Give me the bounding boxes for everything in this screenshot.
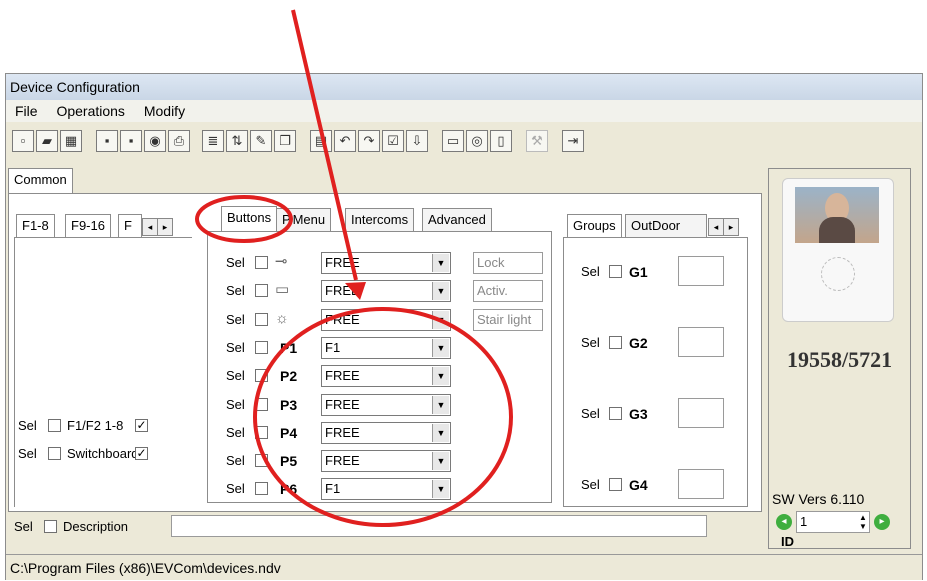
annotation-p-rows-ellipse [253,307,513,527]
annotation-arrow-line [291,9,358,281]
annotation-overlay [195,9,513,527]
annotation-arrowhead [345,282,366,300]
annotation-buttons-tab-ellipse [195,195,293,243]
